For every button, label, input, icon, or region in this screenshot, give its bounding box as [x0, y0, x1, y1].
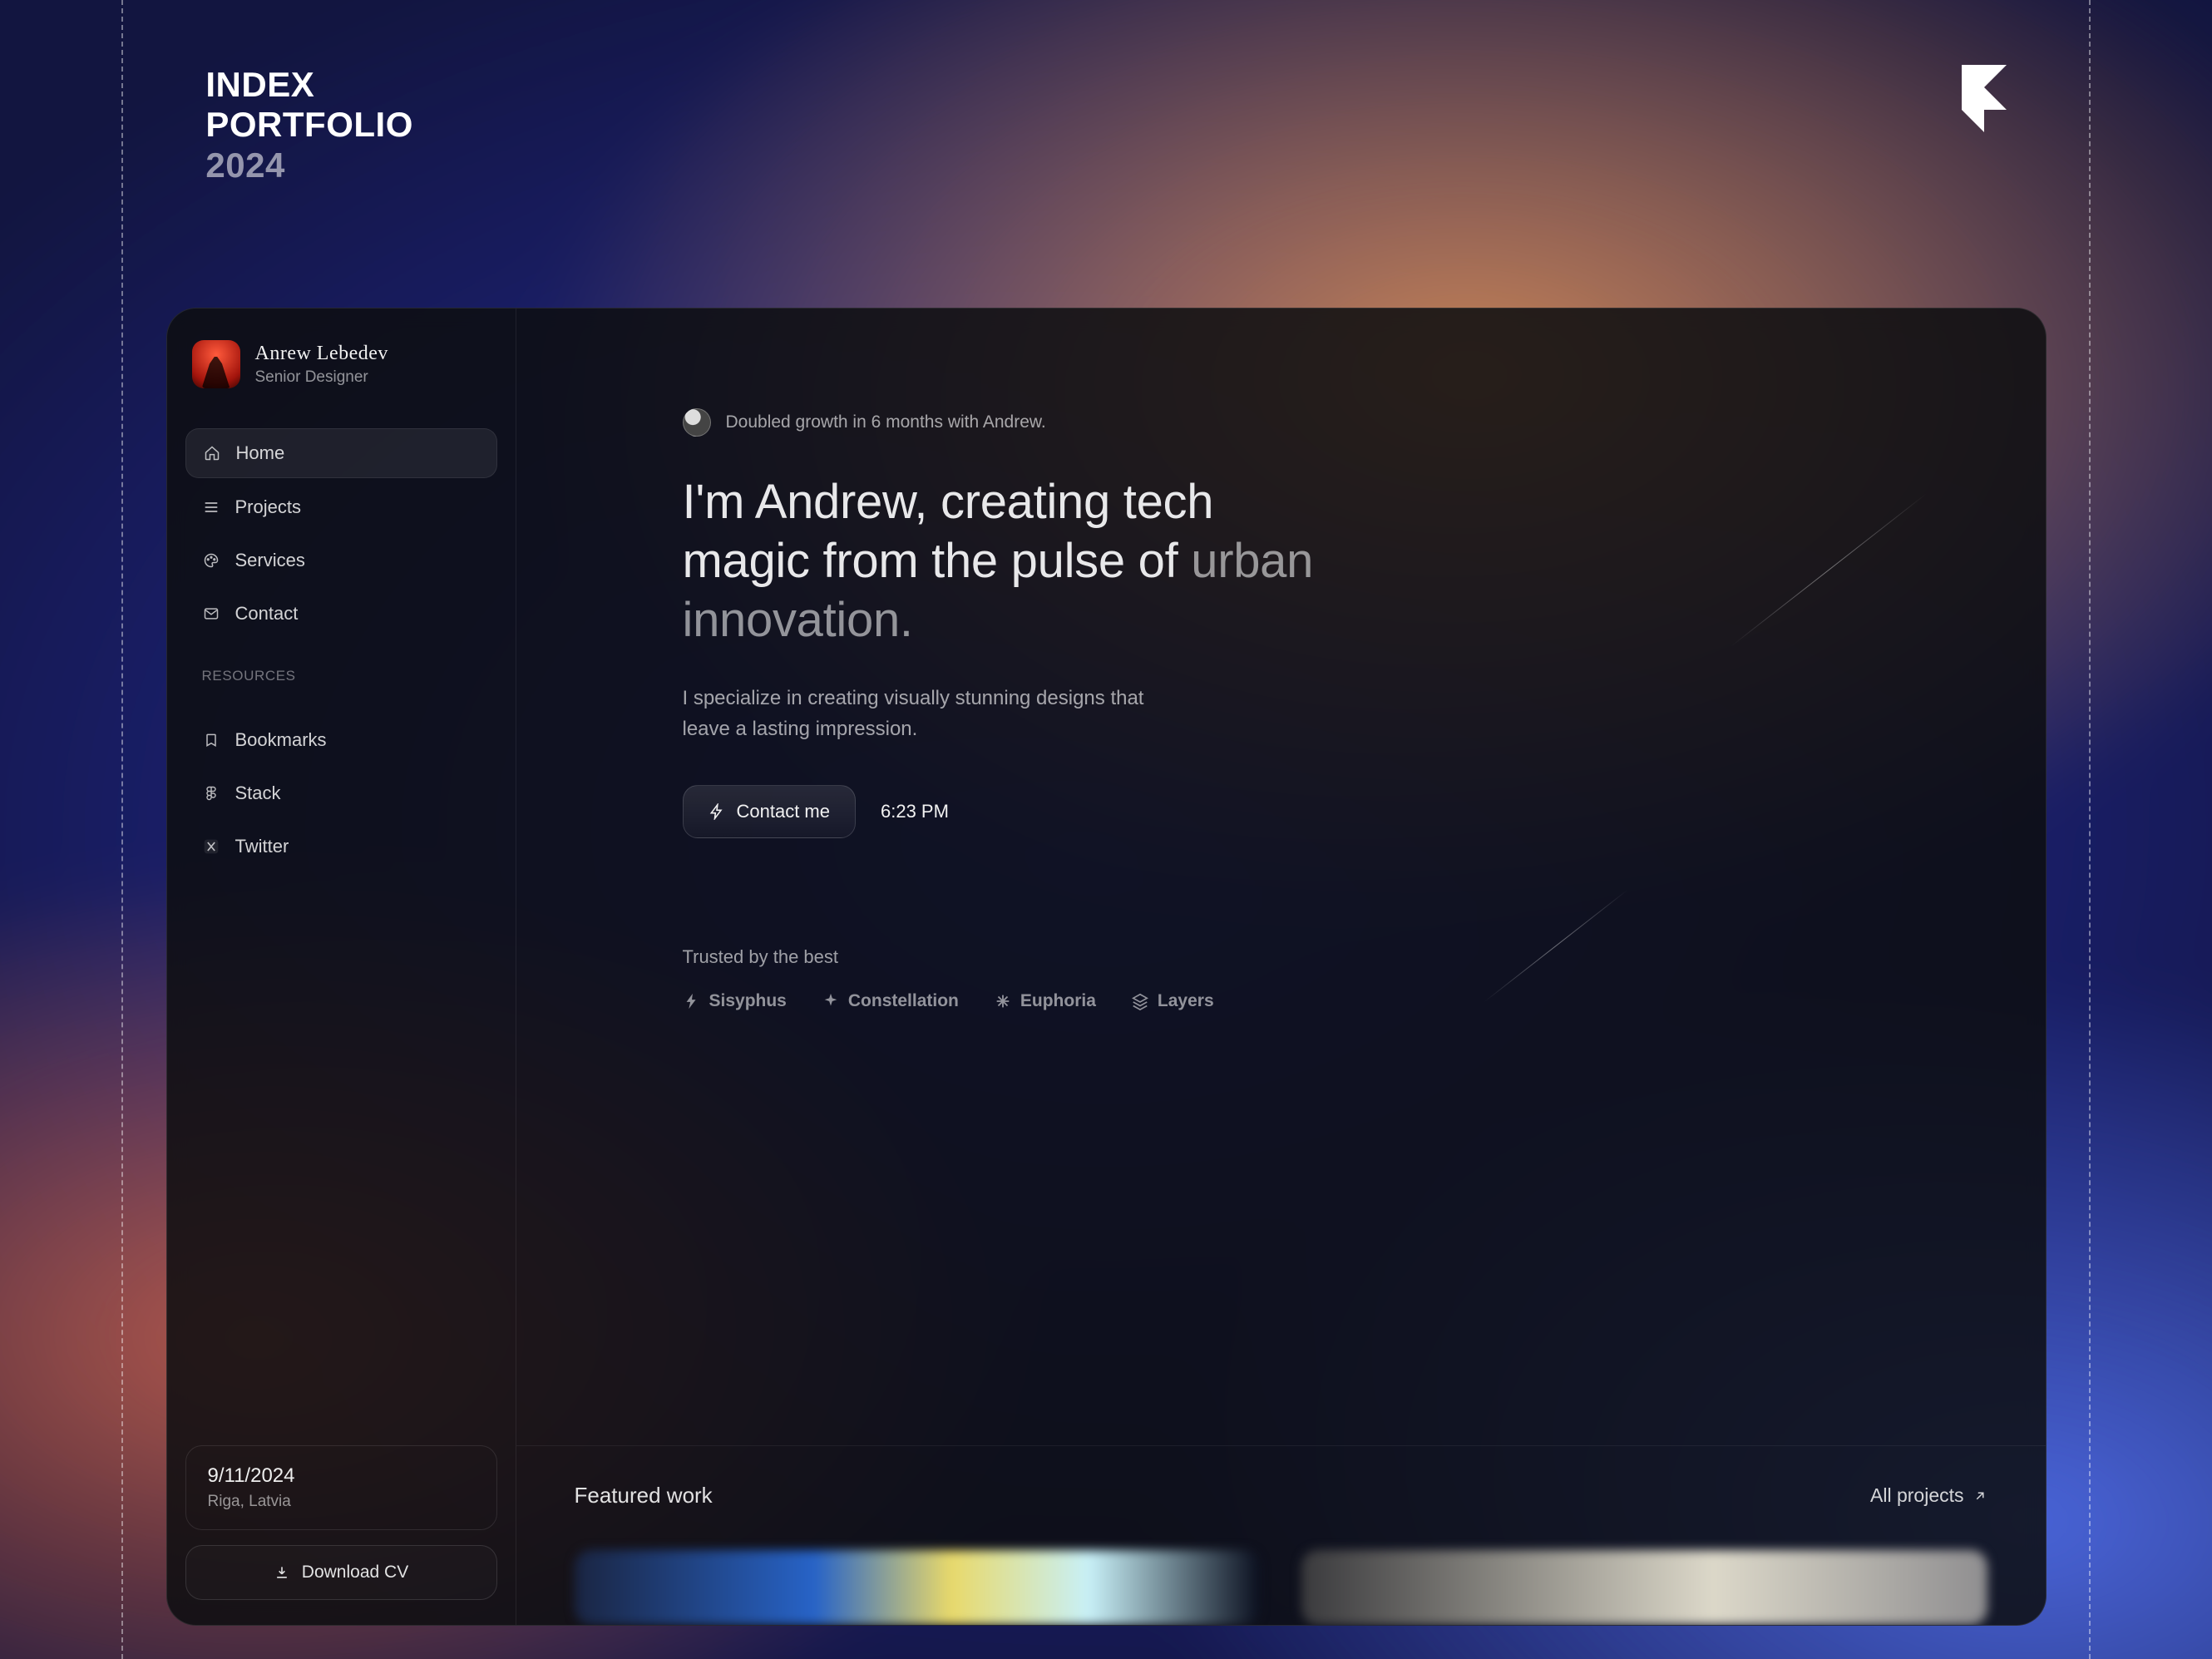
resources-label: RESOURCES	[185, 638, 497, 696]
logo-constellation: Constellation	[822, 991, 959, 1011]
logo-label: Constellation	[848, 991, 959, 1011]
list-icon	[202, 498, 220, 516]
headline-main: I'm Andrew, creating tech magic from the…	[683, 475, 1214, 588]
lightning-icon	[683, 992, 701, 1010]
palette-icon	[202, 551, 220, 570]
nav-label: Stack	[235, 783, 281, 804]
bolt-icon	[709, 803, 725, 820]
featured-section: Featured work All projects	[516, 1446, 2046, 1625]
x-icon	[202, 837, 220, 856]
download-icon	[274, 1564, 290, 1581]
mail-icon	[202, 605, 220, 623]
sidebar: Anrew Lebedev Senior Designer Home Proje…	[167, 309, 516, 1625]
nav-label: Contact	[235, 603, 299, 625]
nav-label: Twitter	[235, 836, 289, 857]
home-icon	[203, 444, 221, 462]
trusted-by: Trusted by the best Sisyphus Constellati…	[683, 946, 2046, 1011]
page-heading: INDEX PORTFOLIO 2024	[205, 65, 413, 185]
hero-section: Doubled growth in 6 months with Andrew. …	[516, 309, 2046, 1446]
nav-label: Projects	[235, 496, 301, 518]
main-column: Doubled growth in 6 months with Andrew. …	[516, 309, 2046, 1625]
logo-euphoria: Euphoria	[994, 991, 1096, 1011]
resources-nav: Bookmarks Stack Twitter	[185, 716, 497, 871]
guide-right	[2089, 0, 2091, 1659]
logo-label: Euphoria	[1020, 991, 1096, 1011]
profile-role: Senior Designer	[255, 368, 388, 387]
testimonial: Doubled growth in 6 months with Andrew.	[683, 408, 2046, 437]
logo-sisyphus: Sisyphus	[683, 991, 787, 1011]
nav-label: Services	[235, 550, 305, 571]
download-label: Download CV	[302, 1563, 408, 1582]
hero-headline: I'm Andrew, creating tech magic from the…	[683, 473, 1331, 649]
current-date: 9/11/2024	[208, 1464, 475, 1488]
local-time: 6:23 PM	[881, 801, 949, 822]
logo-label: Layers	[1158, 991, 1214, 1011]
trusted-label: Trusted by the best	[683, 946, 2046, 968]
profile-name: Anrew Lebedev	[255, 343, 388, 365]
arrow-up-right-icon	[1973, 1489, 1987, 1503]
layers-icon	[1131, 992, 1149, 1010]
logo-layers: Layers	[1131, 991, 1214, 1011]
app-window: Anrew Lebedev Senior Designer Home Proje…	[166, 308, 2047, 1626]
nav-bookmarks[interactable]: Bookmarks	[185, 716, 497, 764]
contact-button[interactable]: Contact me	[683, 785, 857, 838]
download-cv-button[interactable]: Download CV	[185, 1545, 497, 1600]
profile-block: Anrew Lebedev Senior Designer	[185, 333, 497, 408]
contact-label: Contact me	[737, 801, 831, 822]
nav-projects[interactable]: Projects	[185, 483, 497, 531]
asterisk-icon	[994, 992, 1012, 1010]
heading-year: 2024	[205, 146, 413, 185]
project-thumbnail[interactable]	[1301, 1550, 1987, 1625]
logo-label: Sisyphus	[709, 991, 787, 1011]
all-projects-link[interactable]: All projects	[1870, 1484, 1987, 1507]
testimonial-text: Doubled growth in 6 months with Andrew.	[726, 412, 1046, 432]
nav-stack[interactable]: Stack	[185, 769, 497, 817]
nav-label: Home	[236, 442, 285, 464]
nav-home[interactable]: Home	[185, 428, 497, 478]
nav-label: Bookmarks	[235, 729, 327, 751]
framer-logo-icon	[1962, 65, 2007, 130]
heading-line-2: PORTFOLIO	[205, 105, 413, 145]
nav-twitter[interactable]: Twitter	[185, 822, 497, 871]
sparkle-icon	[822, 992, 840, 1010]
location: Riga, Latvia	[208, 1493, 475, 1511]
testimonial-avatar	[683, 408, 711, 437]
project-thumbnail[interactable]	[575, 1550, 1261, 1625]
bookmark-icon	[202, 731, 220, 749]
nav-services[interactable]: Services	[185, 536, 497, 585]
guide-left	[121, 0, 123, 1659]
hero-subtext: I specialize in creating visually stunni…	[683, 683, 1148, 744]
figma-icon	[202, 784, 220, 802]
avatar	[192, 340, 240, 388]
featured-title: Featured work	[575, 1483, 713, 1508]
nav-contact[interactable]: Contact	[185, 590, 497, 638]
all-projects-label: All projects	[1870, 1484, 1963, 1507]
primary-nav: Home Projects Services	[185, 428, 497, 638]
heading-line-1: INDEX	[205, 65, 413, 105]
featured-thumbnails	[575, 1550, 1987, 1625]
meta-card: 9/11/2024 Riga, Latvia	[185, 1445, 497, 1530]
